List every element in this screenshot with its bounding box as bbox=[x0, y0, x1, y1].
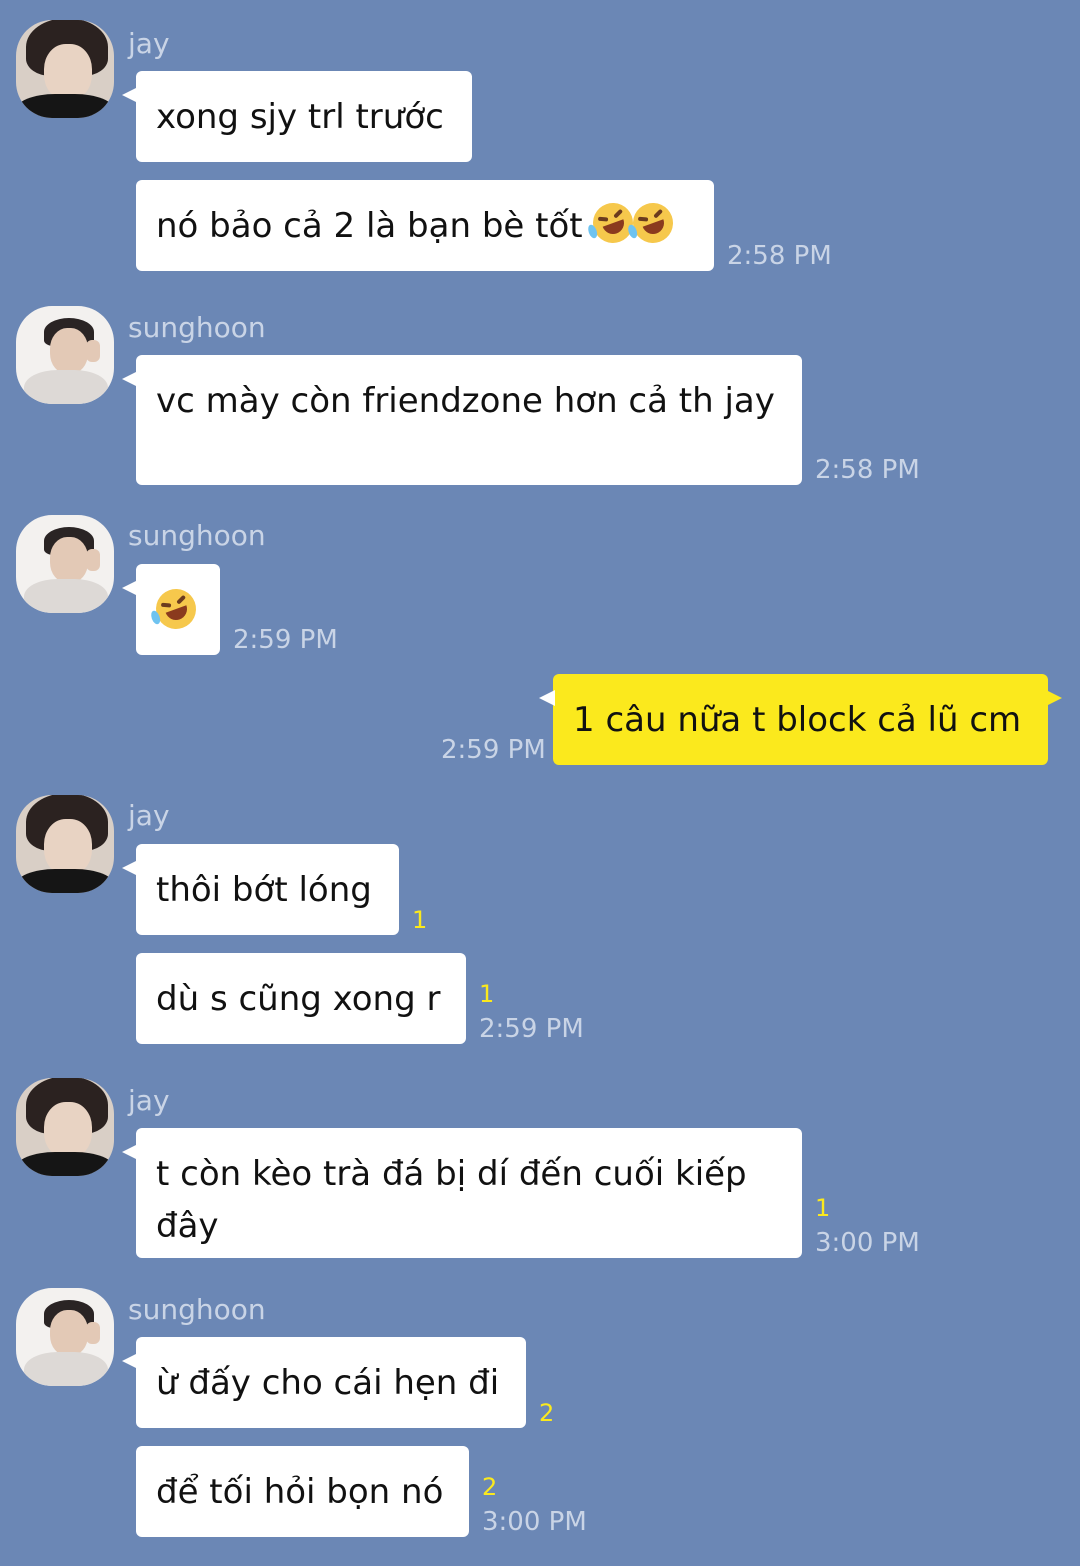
sender-name: jay bbox=[128, 1084, 170, 1117]
avatar-face bbox=[44, 819, 92, 875]
sender-name: sunghoon bbox=[128, 519, 266, 552]
message-text: nó bảo cả 2 là bạn bè tốt bbox=[156, 206, 583, 246]
emoji-bubble[interactable] bbox=[122, 564, 220, 655]
message-bubble[interactable]: dù s cũng xong r bbox=[136, 953, 466, 1044]
message-bubble[interactable]: thôi bớt lóng bbox=[122, 844, 399, 935]
rolling-on-floor-laughing-icon bbox=[627, 197, 680, 249]
message-time: 2:59 PM bbox=[233, 625, 338, 655]
sender-name: jay bbox=[128, 27, 170, 60]
avatar-face bbox=[50, 328, 88, 374]
unread-count: 1 bbox=[412, 906, 428, 934]
avatar-hand bbox=[86, 549, 100, 571]
avatar-shirt bbox=[24, 579, 108, 613]
rolling-on-floor-laughing-icon bbox=[150, 583, 202, 635]
avatar-shirt bbox=[24, 370, 108, 404]
avatar-face bbox=[44, 1102, 92, 1158]
avatar-face bbox=[50, 1310, 88, 1356]
sender-name: sunghoon bbox=[128, 311, 266, 344]
message-text: 1 câu nữa t block cả lũ cm bbox=[573, 700, 1022, 740]
message-time: 2:59 PM bbox=[441, 735, 546, 765]
unread-count: 1 bbox=[815, 1194, 831, 1222]
unread-count: 1 bbox=[479, 980, 495, 1008]
avatar-face bbox=[50, 537, 88, 583]
message-time: 3:00 PM bbox=[815, 1228, 920, 1258]
message-text: để tối hỏi bọn nó bbox=[156, 1472, 444, 1512]
avatar-sunghoon[interactable] bbox=[16, 1288, 114, 1386]
message-bubble[interactable]: ừ đấy cho cái hẹn đi bbox=[122, 1337, 526, 1428]
message-text: xong sjy trl trước bbox=[156, 97, 444, 137]
rolling-on-floor-laughing-icon bbox=[587, 197, 640, 249]
avatar-face bbox=[44, 44, 92, 100]
avatar-shirt bbox=[24, 1352, 108, 1386]
avatar-shirt bbox=[16, 1152, 114, 1176]
avatar-shirt bbox=[16, 94, 114, 118]
avatar-jay[interactable] bbox=[16, 1078, 114, 1176]
sender-name: jay bbox=[128, 799, 170, 832]
unread-count: 2 bbox=[482, 1473, 498, 1501]
message-time: 3:00 PM bbox=[482, 1507, 587, 1537]
message-bubble[interactable]: vc mày còn friendzone hơn cả th jay bbox=[122, 355, 802, 485]
message-text: thôi bớt lóng bbox=[156, 870, 372, 910]
message-bubble[interactable]: xong sjy trl trước bbox=[122, 71, 472, 162]
avatar-jay[interactable] bbox=[16, 20, 114, 118]
avatar-jay[interactable] bbox=[16, 795, 114, 893]
avatar-sunghoon[interactable] bbox=[16, 306, 114, 404]
avatar-sunghoon[interactable] bbox=[16, 515, 114, 613]
unread-count: 2 bbox=[539, 1399, 555, 1427]
message-time: 2:58 PM bbox=[727, 241, 832, 271]
message-bubble[interactable]: t còn kèo trà đá bị dí đến cuối kiếp đây bbox=[122, 1128, 802, 1258]
message-time: 2:58 PM bbox=[815, 455, 920, 485]
outgoing-message-bubble[interactable]: 1 câu nữa t block cả lũ cm bbox=[539, 674, 1062, 765]
sender-name: sunghoon bbox=[128, 1293, 266, 1326]
message-bubble[interactable]: để tối hỏi bọn nó bbox=[136, 1446, 469, 1537]
message-text: vc mày còn friendzone hơn cả th jay bbox=[156, 381, 775, 421]
avatar-hand bbox=[86, 1322, 100, 1344]
message-text: t còn kèo trà đá bị dí đến cuối kiếp đây bbox=[156, 1154, 747, 1246]
message-bubble[interactable]: nó bảo cả 2 là bạn bè tốt bbox=[136, 180, 714, 271]
message-time: 2:59 PM bbox=[479, 1014, 584, 1044]
avatar-hand bbox=[86, 340, 100, 362]
message-text: ừ đấy cho cái hẹn đi bbox=[156, 1363, 500, 1403]
avatar-shirt bbox=[16, 869, 114, 893]
message-text: dù s cũng xong r bbox=[156, 979, 441, 1019]
